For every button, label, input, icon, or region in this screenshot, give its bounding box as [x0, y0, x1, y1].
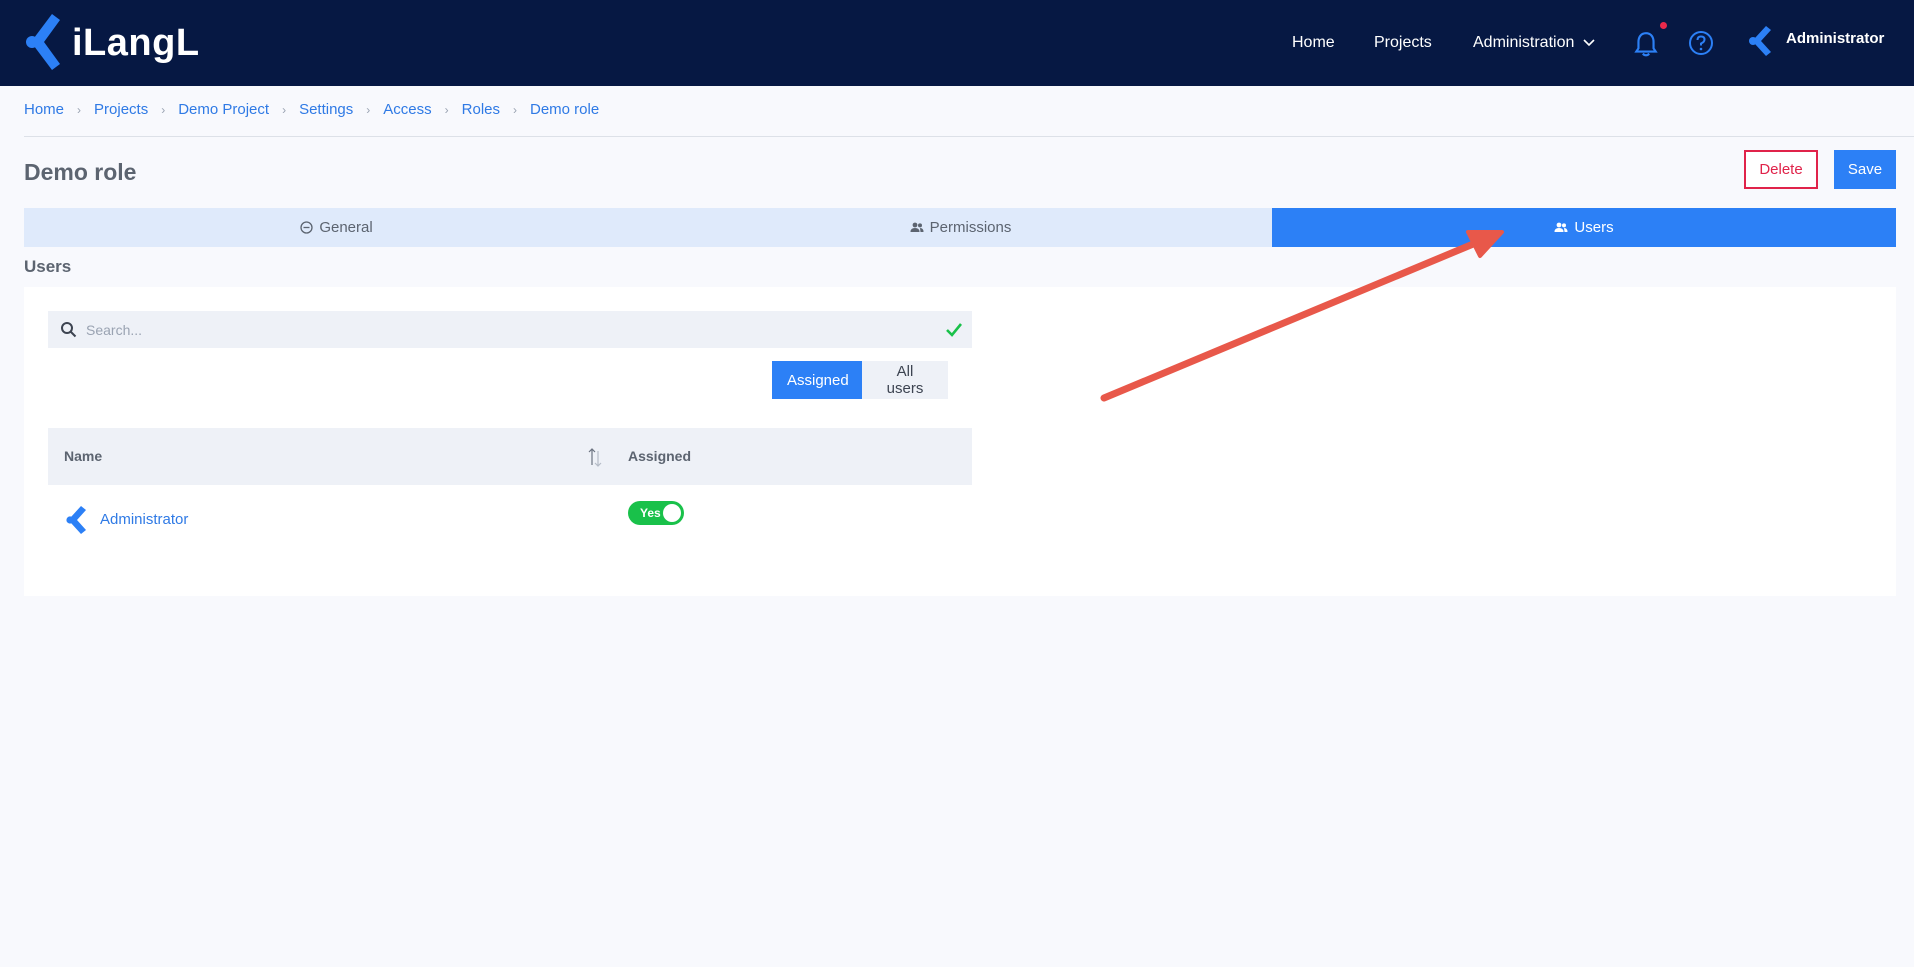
- minus-circle-icon: [300, 221, 313, 234]
- breadcrumb-settings[interactable]: Settings: [299, 101, 353, 118]
- save-button[interactable]: Save: [1834, 150, 1896, 189]
- help-icon[interactable]: [1688, 30, 1714, 56]
- search-input[interactable]: [86, 311, 926, 348]
- tab-users-label: Users: [1574, 219, 1614, 236]
- tab-permissions[interactable]: Permissions: [649, 208, 1272, 247]
- bell-icon[interactable]: [1633, 30, 1659, 58]
- table-header: Name Assigned: [48, 428, 972, 485]
- breadcrumb-separator-icon: ›: [366, 102, 371, 117]
- user-name-link[interactable]: Administrator: [100, 511, 188, 528]
- top-navbar: iLangL Home Projects Administration Admi…: [0, 0, 1914, 86]
- breadcrumb-separator-icon: ›: [282, 102, 287, 117]
- assigned-toggle[interactable]: Yes: [628, 501, 684, 525]
- page-title: Demo role: [24, 159, 137, 185]
- sort-icon[interactable]: [586, 446, 604, 468]
- delete-button[interactable]: Delete: [1744, 150, 1818, 189]
- assigned-toggle-label: Yes: [640, 506, 661, 520]
- users-card: Assigned All users Name Assigned Adminis…: [24, 287, 1896, 596]
- user-avatar-icon[interactable]: [1746, 24, 1776, 58]
- breadcrumb-separator-icon: ›: [513, 102, 517, 117]
- breadcrumb-demo-role[interactable]: Demo role: [530, 101, 599, 118]
- notification-dot: [1660, 22, 1667, 29]
- nav-projects[interactable]: Projects: [1374, 0, 1432, 86]
- column-header-assigned: Assigned: [628, 448, 692, 464]
- user-filter-toggle: Assigned All users: [772, 361, 948, 399]
- nav-administration[interactable]: Administration: [1473, 0, 1595, 86]
- filter-assigned-button[interactable]: Assigned: [772, 361, 862, 399]
- users-section-title: Users: [24, 257, 72, 276]
- nav-projects-label: Projects: [1374, 34, 1432, 51]
- table-row: Administrator Yes: [48, 485, 972, 551]
- breadcrumb-separator-icon: ›: [161, 102, 166, 117]
- search-icon: [61, 322, 77, 338]
- tab-general-label: General: [319, 219, 373, 236]
- breadcrumb-demo-project[interactable]: Demo Project: [178, 101, 269, 118]
- role-tabs: General Permissions Users: [24, 208, 1896, 247]
- users-table: Name Assigned Administrator Yes: [48, 428, 972, 551]
- toggle-knob: [663, 504, 681, 522]
- tab-permissions-label: Permissions: [929, 219, 1012, 236]
- nav-home[interactable]: Home: [1292, 0, 1335, 86]
- breadcrumb-separator-icon: ›: [444, 102, 449, 117]
- breadcrumb: Home › Projects › Demo Project › Setting…: [24, 101, 599, 118]
- search-box: [48, 311, 972, 348]
- users-icon: [1554, 222, 1568, 232]
- nav-administration-label: Administration: [1473, 34, 1575, 51]
- nav-home-label: Home: [1292, 34, 1335, 51]
- tab-general[interactable]: General: [24, 208, 649, 247]
- user-avatar-icon: [66, 506, 86, 534]
- breadcrumb-divider: [24, 136, 1914, 137]
- breadcrumb-home[interactable]: Home: [24, 101, 64, 118]
- app-logo[interactable]: iLangL: [22, 12, 200, 74]
- check-icon: [946, 323, 963, 337]
- breadcrumb-roles[interactable]: Roles: [462, 101, 500, 118]
- user-menu-name[interactable]: Administrator: [1786, 30, 1884, 47]
- users-icon: [910, 222, 924, 232]
- breadcrumb-projects[interactable]: Projects: [94, 101, 148, 118]
- logo-text: iLangL: [72, 21, 200, 64]
- tab-users[interactable]: Users: [1272, 208, 1896, 247]
- breadcrumb-access[interactable]: Access: [383, 101, 431, 118]
- breadcrumb-separator-icon: ›: [77, 102, 82, 117]
- column-header-name[interactable]: Name: [64, 448, 102, 464]
- logo-mark-icon: [26, 14, 60, 70]
- filter-all-users-button[interactable]: All users: [862, 361, 948, 399]
- chevron-down-icon: [1583, 39, 1595, 47]
